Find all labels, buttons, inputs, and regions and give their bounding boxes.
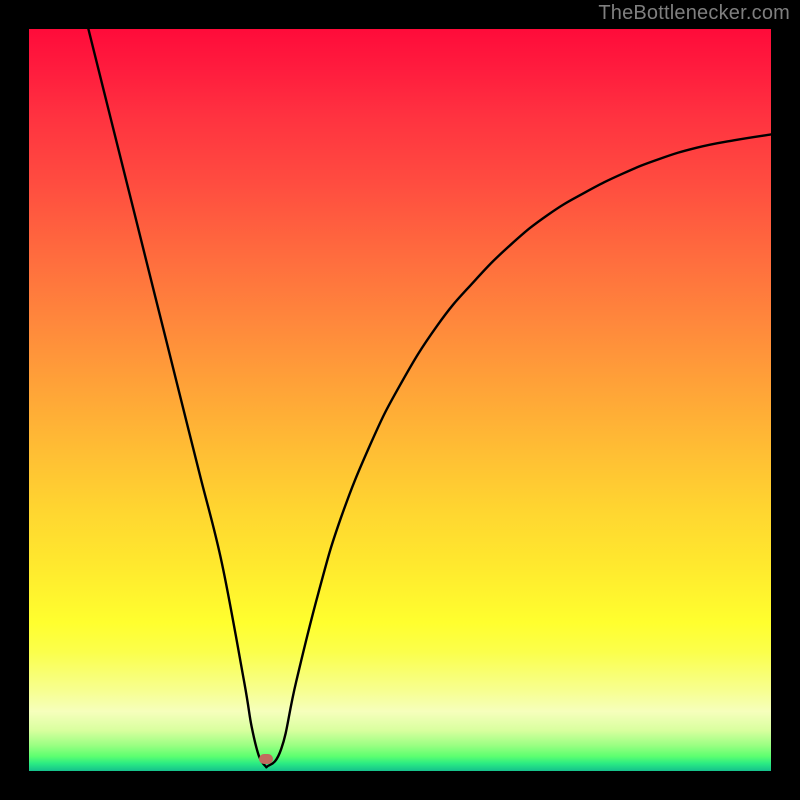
chart-frame: TheBottlenecker.com [0,0,800,800]
watermark-text: TheBottlenecker.com [598,2,790,25]
plot-area [29,29,771,771]
bottleneck-curve [29,29,771,771]
optimal-point-marker [259,754,273,764]
curve-path [88,29,771,767]
